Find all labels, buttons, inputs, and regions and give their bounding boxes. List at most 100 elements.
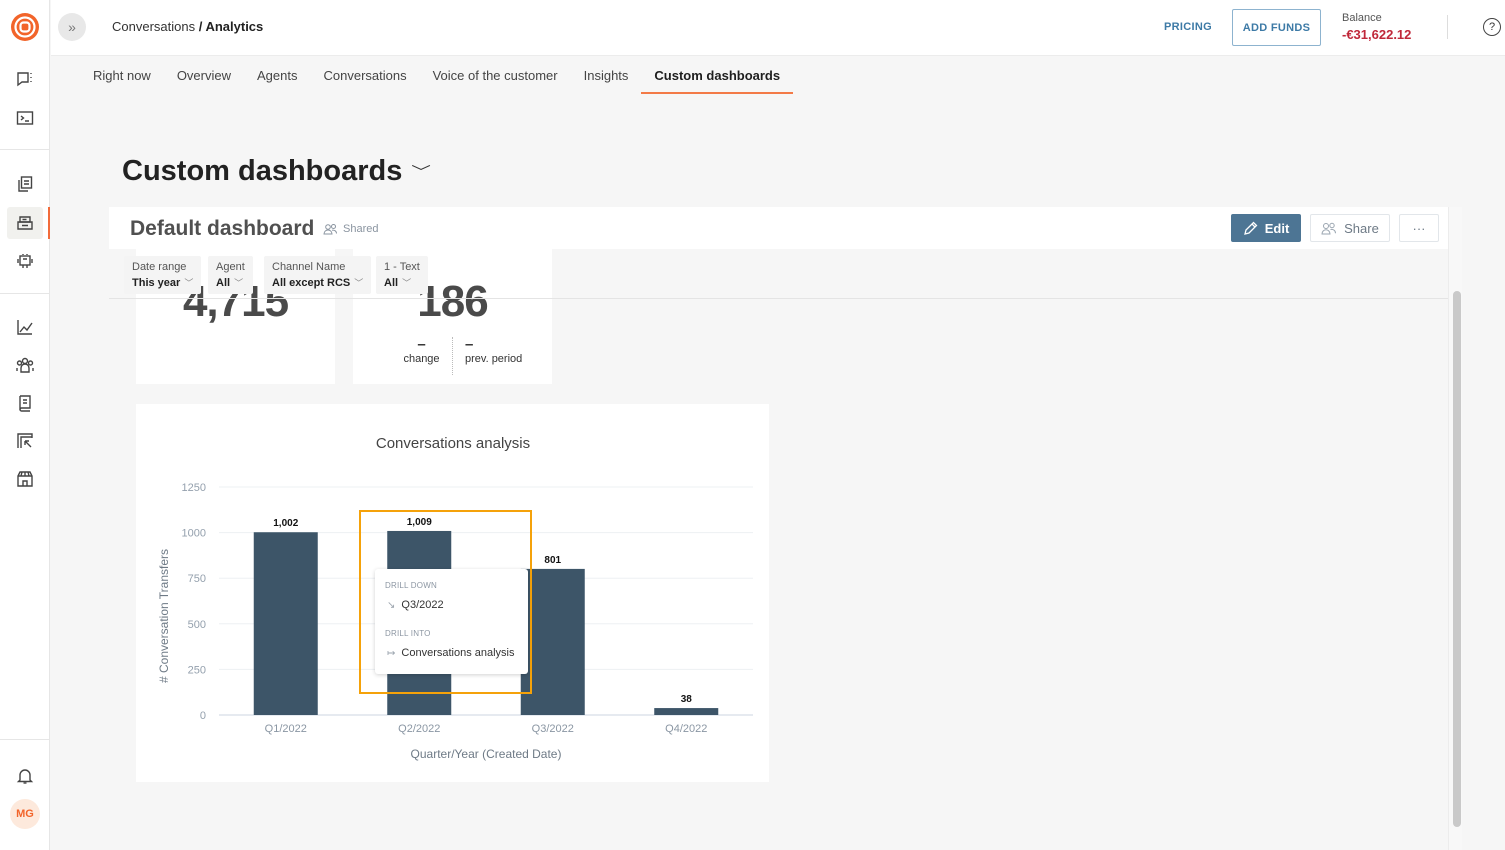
- chart-title: Conversations analysis: [376, 435, 530, 452]
- bar-q1-2022: [253, 532, 318, 715]
- tab-voice-of-the-customer[interactable]: Voice of the customer: [420, 56, 571, 94]
- people-icon: [323, 224, 337, 235]
- balance-label: Balance: [1342, 12, 1382, 24]
- drill-into-header: DRILL INTO: [385, 629, 431, 638]
- chat-list-icon: [17, 72, 32, 87]
- tab-overview[interactable]: Overview: [164, 56, 244, 94]
- filter-date-range[interactable]: Date range This year ﹀: [124, 256, 202, 294]
- robot-icon: [17, 254, 33, 268]
- kpi-divider: [452, 337, 453, 375]
- filter-value: All: [384, 277, 399, 289]
- top-bar: » Conversations / Analytics PRICING ADD …: [51, 0, 1505, 56]
- more-options-button[interactable]: ···: [1399, 214, 1439, 242]
- ellipsis-icon: ···: [1412, 220, 1426, 236]
- shared-badge: Shared: [323, 223, 378, 235]
- sidebar-item-people[interactable]: [7, 349, 43, 381]
- arrow-right-bar-icon: ↦: [387, 647, 396, 659]
- sidebar-item-templates[interactable]: [7, 168, 43, 200]
- dashboard-title: Default dashboard: [130, 217, 315, 240]
- document-copy-icon: [18, 176, 33, 192]
- people-icon: [16, 357, 34, 373]
- kpi-change-value: –: [417, 336, 426, 353]
- active-indicator: [48, 207, 50, 239]
- sidebar-item-documentation[interactable]: [7, 387, 43, 419]
- pencil-icon: [1243, 221, 1258, 235]
- scrollbar[interactable]: [1448, 207, 1462, 850]
- expand-sidebar-button[interactable]: »: [58, 13, 86, 41]
- tab-right-now[interactable]: Right now: [80, 56, 164, 94]
- drill-down-header: DRILL DOWN: [385, 581, 437, 590]
- drill-down-item[interactable]: ↘ Q3/2022: [387, 599, 444, 611]
- drill-into-item[interactable]: ↦ Conversations analysis: [387, 647, 515, 659]
- dashboard-header: Default dashboard Shared Edit Share ···: [109, 207, 1448, 249]
- kpi-prev-period: – prev. period: [465, 336, 523, 366]
- pricing-link[interactable]: PRICING: [1164, 21, 1212, 33]
- breadcrumb-parent[interactable]: Conversations: [112, 19, 195, 34]
- data-label: 1,002: [273, 518, 298, 529]
- scrollbar-thumb[interactable]: [1453, 291, 1461, 827]
- sidebar-item-chats[interactable]: [7, 63, 43, 95]
- drill-menu: DRILL DOWN ↘ Q3/2022 DRILL INTO ↦ Conver…: [375, 569, 528, 674]
- data-label: 801: [544, 555, 561, 566]
- tab-conversations[interactable]: Conversations: [310, 56, 419, 94]
- sidebar-divider: [0, 149, 50, 150]
- edit-label: Edit: [1264, 220, 1290, 236]
- y-tick-label: 500: [188, 619, 206, 631]
- filter-agent[interactable]: Agent All ﹀: [208, 256, 253, 294]
- sidebar-item-conversations[interactable]: [7, 207, 43, 239]
- x-tick-label: Q4/2022: [665, 723, 707, 735]
- notifications-button[interactable]: [7, 760, 43, 792]
- share-button[interactable]: Share: [1310, 214, 1390, 242]
- filter-value: This year: [132, 277, 181, 289]
- filter-label: Date range: [132, 261, 187, 273]
- sidebar-item-exchange[interactable]: [7, 425, 43, 457]
- y-tick-label: 0: [200, 710, 206, 722]
- sidebar-divider: [0, 293, 50, 294]
- breadcrumb-separator: /: [195, 19, 206, 34]
- x-tick-label: Q2/2022: [398, 723, 440, 735]
- x-tick-label: Q1/2022: [265, 723, 307, 735]
- sidebar-item-bots[interactable]: [7, 245, 43, 277]
- x-tick-label: Q3/2022: [532, 723, 574, 735]
- bar-q3-2022: [520, 568, 585, 715]
- sidebar-item-marketplace[interactable]: [7, 463, 43, 495]
- kpi-prev-label: prev. period: [465, 353, 523, 365]
- dashboard-selector[interactable]: Custom dashboards ﹀: [122, 155, 431, 188]
- sidebar-divider: [0, 739, 50, 740]
- avatar[interactable]: MG: [10, 799, 40, 829]
- filter-text[interactable]: 1 - Text All ﹀: [376, 256, 428, 294]
- sidebar-item-analytics[interactable]: [7, 311, 43, 343]
- kpi-change: – change: [398, 336, 445, 366]
- chevron-down-icon: ﹀: [354, 278, 364, 288]
- kpi-prev-value: –: [465, 336, 474, 353]
- chevron-down-icon: ﹀: [411, 163, 432, 180]
- people-icon: [1321, 222, 1337, 234]
- y-tick-label: 1000: [182, 528, 206, 540]
- edit-button[interactable]: Edit: [1231, 214, 1301, 242]
- y-axis-label: # Conversation Transfers: [157, 549, 171, 683]
- add-funds-button[interactable]: ADD FUNDS: [1232, 9, 1321, 46]
- bell-icon: [16, 769, 34, 784]
- sidebar-item-console[interactable]: [7, 102, 43, 134]
- filter-label: 1 - Text: [384, 261, 420, 273]
- y-tick-label: 750: [188, 573, 206, 585]
- topbar-divider: [1447, 15, 1448, 39]
- brand-logo-icon[interactable]: [10, 12, 40, 42]
- shared-label: Shared: [343, 223, 379, 235]
- y-tick-label: 1250: [182, 482, 206, 494]
- terminal-icon: [16, 111, 34, 125]
- tab-insights[interactable]: Insights: [571, 56, 642, 94]
- filter-channel-name[interactable]: Channel Name All except RCS ﹀: [264, 256, 372, 294]
- drill-into-label: Conversations analysis: [401, 647, 515, 659]
- data-label: 1,009: [407, 517, 432, 528]
- tab-agents[interactable]: Agents: [244, 56, 310, 94]
- x-axis-label: Quarter/Year (Created Date): [411, 747, 562, 761]
- chevron-down-icon: ﹀: [402, 278, 412, 288]
- help-icon[interactable]: ?: [1483, 18, 1501, 36]
- arrow-down-right-icon: ↘: [387, 599, 396, 611]
- tab-custom-dashboards[interactable]: Custom dashboards: [641, 56, 794, 94]
- drill-down-label: Q3/2022: [401, 599, 444, 611]
- filter-value: All except RCS: [272, 277, 351, 289]
- storefront-icon: [17, 471, 33, 487]
- y-tick-label: 250: [188, 664, 206, 676]
